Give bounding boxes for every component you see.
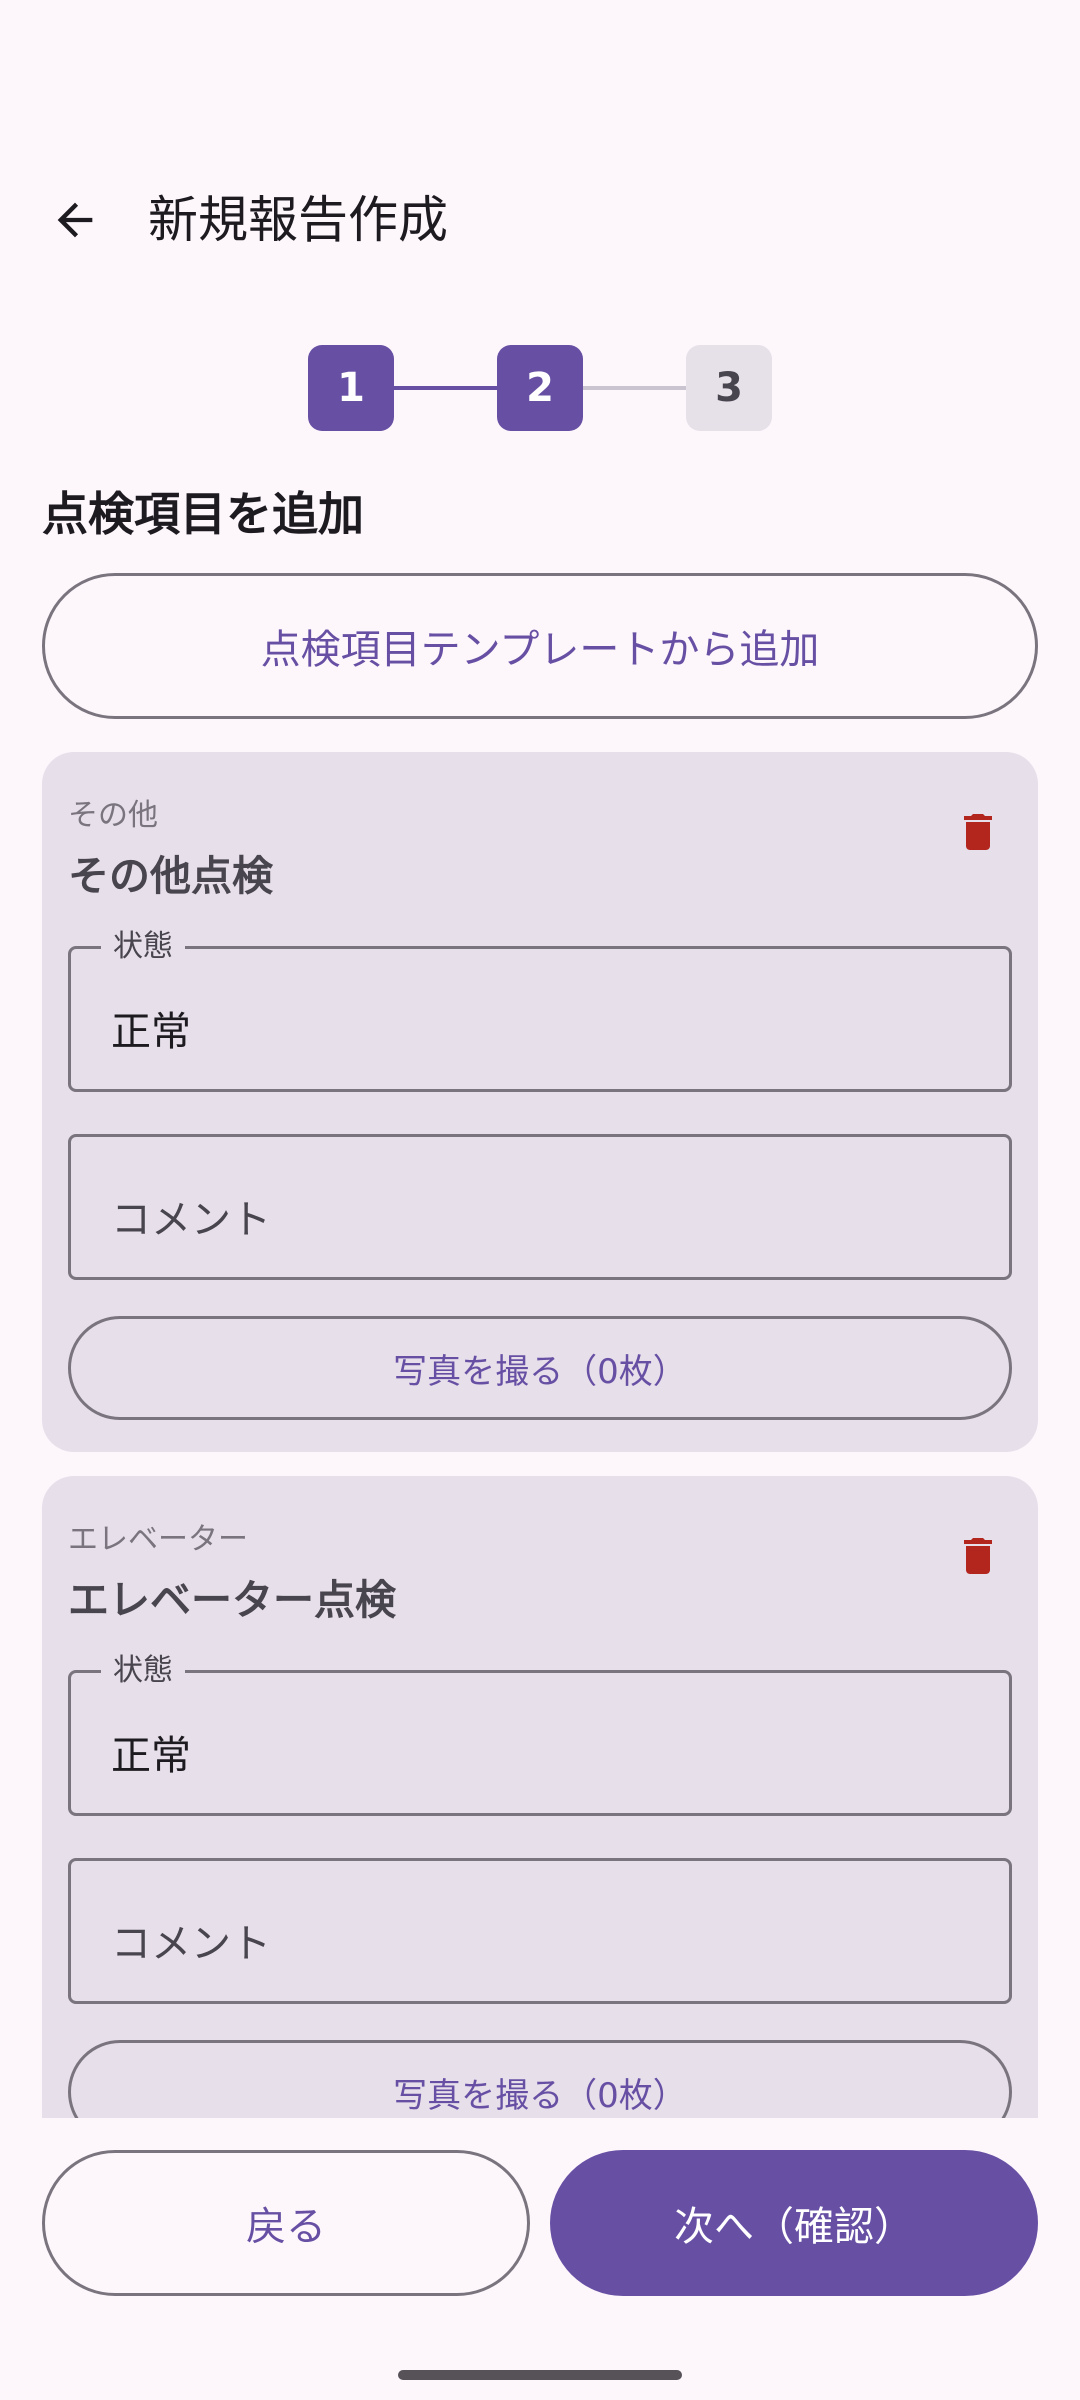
item-category: その他 bbox=[68, 798, 158, 833]
comment-placeholder: コメント bbox=[111, 1197, 271, 1243]
take-photo-button[interactable]: 写真を撮る（0枚） bbox=[68, 2040, 1012, 2118]
page-title: 新規報告作成 bbox=[148, 191, 448, 249]
step-1: 1 bbox=[308, 345, 394, 431]
status-field[interactable]: 状態 正常 bbox=[68, 1651, 1012, 1816]
delete-item-button[interactable] bbox=[938, 792, 1018, 872]
stepper: 1 2 3 bbox=[308, 345, 773, 431]
trash-icon bbox=[964, 1538, 992, 1574]
next-confirm-button[interactable]: 次へ（確認） bbox=[550, 2150, 1038, 2296]
top-app-bar: 新規報告作成 bbox=[0, 150, 1080, 290]
home-indicator[interactable] bbox=[398, 2370, 682, 2380]
item-category: エレベーター bbox=[68, 1522, 248, 1557]
item-title: エレベーター点検 bbox=[68, 1576, 396, 1624]
comment-field[interactable]: コメント bbox=[68, 1134, 1012, 1280]
step-connector-2-3 bbox=[583, 386, 686, 390]
delete-item-button[interactable] bbox=[938, 1516, 1018, 1596]
step-connector-1-2 bbox=[394, 386, 497, 390]
back-button[interactable] bbox=[30, 175, 120, 265]
comment-placeholder: コメント bbox=[111, 1921, 271, 1967]
bottom-action-bar: 戻る 次へ（確認） bbox=[0, 2118, 1080, 2400]
inspection-item-card: エレベーター エレベーター点検 状態 正常 コメント 写真を撮る（0枚） bbox=[42, 1476, 1038, 2118]
add-from-template-button[interactable]: 点検項目テンプレートから追加 bbox=[42, 573, 1038, 719]
status-field-label: 状態 bbox=[101, 927, 185, 967]
arrow-back-icon bbox=[57, 202, 93, 238]
take-photo-button[interactable]: 写真を撮る（0枚） bbox=[68, 1316, 1012, 1420]
step-3: 3 bbox=[686, 345, 772, 431]
status-field-value: 正常 bbox=[111, 1009, 191, 1055]
status-field-value: 正常 bbox=[111, 1733, 191, 1779]
section-title: 点検項目を追加 bbox=[42, 487, 364, 541]
status-field[interactable]: 状態 正常 bbox=[68, 927, 1012, 1092]
inspection-item-card: その他 その他点検 状態 正常 コメント 写真を撮る（0枚） bbox=[42, 752, 1038, 1452]
back-step-button[interactable]: 戻る bbox=[42, 2150, 530, 2296]
status-bar bbox=[0, 0, 1080, 130]
trash-icon bbox=[964, 814, 992, 850]
step-2: 2 bbox=[497, 345, 583, 431]
comment-field[interactable]: コメント bbox=[68, 1858, 1012, 2004]
item-title: その他点検 bbox=[68, 852, 273, 900]
status-field-label: 状態 bbox=[101, 1651, 185, 1691]
inspection-item-list[interactable]: その他 その他点検 状態 正常 コメント 写真を撮る（0枚） エレベーター エレ… bbox=[0, 740, 1080, 2118]
